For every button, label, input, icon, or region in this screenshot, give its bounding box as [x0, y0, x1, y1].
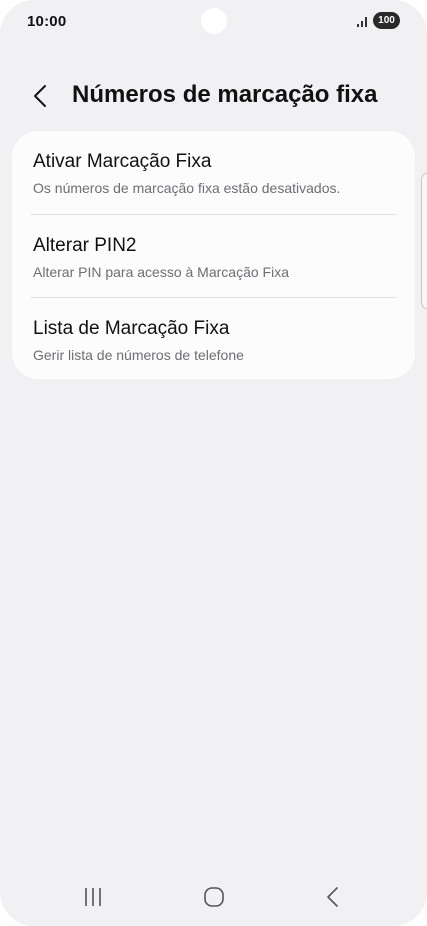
battery-icon: 100 — [373, 12, 400, 29]
app-header: Números de marcação fixa — [0, 74, 427, 118]
item-title: Ativar Marcação Fixa — [33, 151, 212, 172]
front-camera-cutout — [201, 8, 227, 34]
item-subtitle: Alterar PIN para acesso à Marcação Fixa — [33, 264, 289, 280]
status-bar: 10:00 100 — [0, 0, 427, 44]
list-item-fixed-dialing-list[interactable]: Lista de Marcação Fixa Gerir lista de nú… — [12, 298, 415, 380]
page-title: Números de marcação fixa — [72, 81, 378, 108]
back-icon — [327, 887, 338, 907]
settings-card: Ativar Marcação Fixa Os números de marca… — [12, 131, 415, 379]
item-subtitle: Gerir lista de números de telefone — [33, 347, 244, 363]
list-item-change-pin2[interactable]: Alterar PIN2 Alterar PIN para acesso à M… — [12, 215, 415, 297]
recent-apps-button[interactable] — [78, 882, 108, 912]
recent-apps-icon — [85, 888, 101, 906]
nav-back-button[interactable] — [318, 882, 348, 912]
home-icon — [204, 887, 224, 907]
back-button[interactable] — [26, 80, 58, 112]
item-title: Lista de Marcação Fixa — [33, 318, 230, 339]
scroll-indicator[interactable] — [421, 172, 427, 310]
item-subtitle: Os números de marcação fixa estão desati… — [33, 180, 341, 196]
list-item-activate-fixed-dialing[interactable]: Ativar Marcação Fixa Os números de marca… — [12, 131, 415, 213]
home-button[interactable] — [199, 882, 229, 912]
status-time: 10:00 — [27, 13, 67, 30]
item-title: Alterar PIN2 — [33, 235, 137, 256]
phone-screen: 10:00 100 Números de marcação fixa Ativa… — [0, 0, 427, 926]
signal-icon — [357, 17, 367, 27]
chevron-left-icon — [34, 85, 46, 107]
navigation-bar — [0, 866, 427, 926]
